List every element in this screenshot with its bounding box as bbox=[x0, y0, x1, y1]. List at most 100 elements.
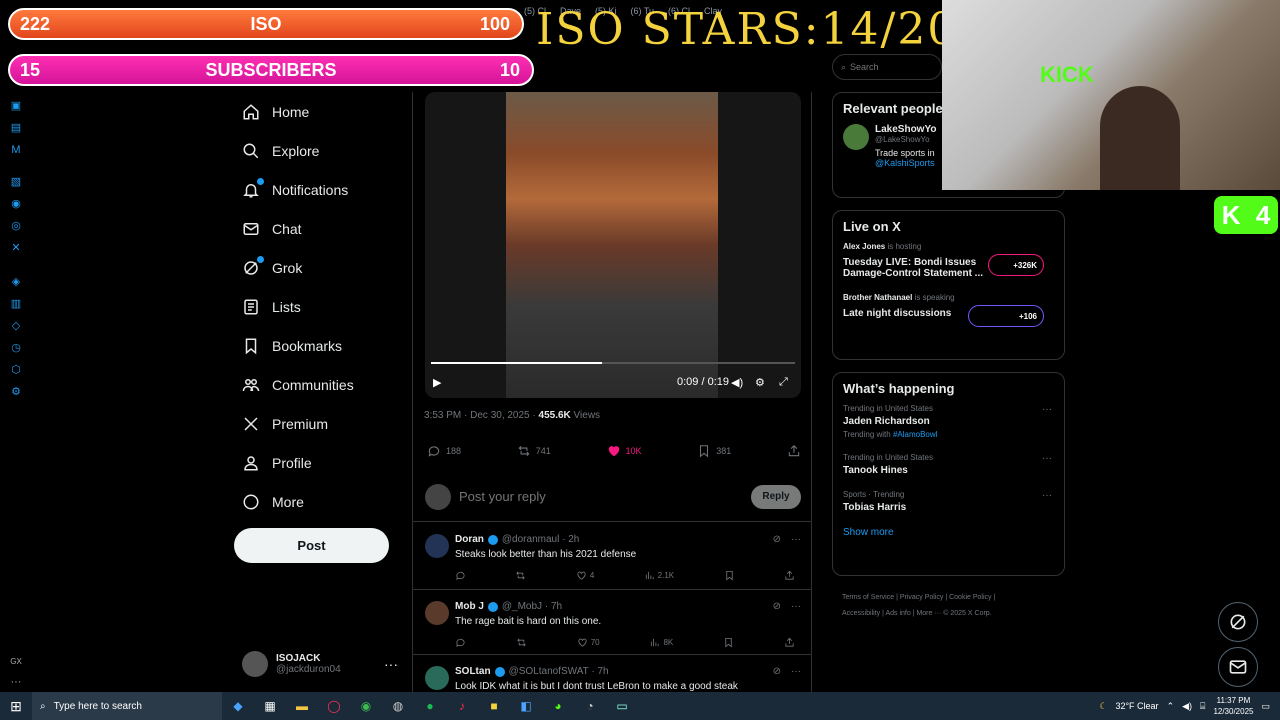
nav-grok[interactable]: Grok bbox=[234, 248, 410, 287]
extension-icon[interactable]: M bbox=[10, 144, 22, 156]
more-icon[interactable]: ··· bbox=[1042, 490, 1052, 501]
repost-button[interactable] bbox=[515, 570, 526, 581]
windows-start-button[interactable]: ⊞ bbox=[0, 692, 32, 720]
weather-text[interactable]: 32°F Clear bbox=[1115, 701, 1158, 711]
like-button[interactable]: 70 bbox=[577, 637, 600, 648]
notes-icon[interactable]: ■ bbox=[478, 692, 510, 720]
music-icon[interactable]: ♪ bbox=[446, 692, 478, 720]
repost-button[interactable]: 741 bbox=[517, 444, 551, 458]
live-item[interactable]: Brother Nathanael is speaking Late night… bbox=[843, 293, 1054, 327]
extension-icon[interactable]: ⬡ bbox=[10, 364, 22, 376]
avatar[interactable] bbox=[843, 124, 869, 150]
messenger-icon[interactable]: ◉ bbox=[10, 198, 22, 210]
nav-home[interactable]: Home bbox=[234, 92, 410, 131]
store-icon[interactable]: ▦ bbox=[254, 692, 286, 720]
video-progress-bar[interactable] bbox=[431, 362, 795, 364]
person-name[interactable]: LakeShowYo bbox=[875, 124, 937, 135]
reply-submit-button[interactable]: Reply bbox=[751, 484, 801, 509]
nav-more[interactable]: More bbox=[234, 482, 410, 521]
copilot-icon[interactable]: ◆ bbox=[222, 692, 254, 720]
live-item[interactable]: Alex Jones is hosting Tuesday LIVE: Bond… bbox=[843, 242, 1054, 279]
bookmark-button[interactable] bbox=[723, 637, 734, 648]
reply-button[interactable]: 188 bbox=[427, 444, 461, 458]
twitch-icon[interactable]: ▧ bbox=[10, 176, 22, 188]
whatsapp-icon[interactable]: ◎ bbox=[10, 220, 22, 232]
taskbar-search[interactable]: ⌕ Type here to search bbox=[32, 692, 222, 720]
nav-premium[interactable]: Premium bbox=[234, 404, 410, 443]
nav-communities[interactable]: Communities bbox=[234, 365, 410, 404]
nav-profile[interactable]: Profile bbox=[234, 443, 410, 482]
bookmark-button[interactable]: 381 bbox=[697, 444, 731, 458]
nav-bookmarks[interactable]: Bookmarks bbox=[234, 326, 410, 365]
extension-icon[interactable]: ◈ bbox=[10, 276, 22, 288]
more-icon[interactable]: ··· bbox=[791, 666, 801, 677]
extension-icon[interactable]: ▥ bbox=[10, 298, 22, 310]
share-button[interactable] bbox=[784, 637, 795, 648]
grok-icon[interactable]: ⊘ bbox=[773, 601, 781, 612]
volume-icon[interactable]: ◀) bbox=[1182, 701, 1192, 712]
more-icon[interactable]: ··· bbox=[1042, 404, 1052, 415]
reply-author[interactable]: SOLtan bbox=[455, 666, 491, 677]
fullscreen-icon[interactable]: ⤢ bbox=[779, 376, 788, 389]
person-bio-link[interactable]: @KalshiSports bbox=[875, 158, 937, 168]
reply-author[interactable]: Doran bbox=[455, 534, 484, 545]
volume-icon[interactable]: ◀) bbox=[731, 376, 743, 389]
more-icon[interactable]: ··· bbox=[791, 601, 801, 612]
nav-lists[interactable]: Lists bbox=[234, 287, 410, 326]
views-button[interactable]: 2.1K bbox=[644, 570, 674, 581]
bookmark-button[interactable] bbox=[724, 570, 735, 581]
trend-hashtag[interactable]: #AlamoBowl bbox=[893, 430, 937, 439]
clock[interactable]: 11:37 PM 12/30/2025 bbox=[1213, 695, 1253, 717]
like-button[interactable]: 10K bbox=[607, 444, 642, 458]
app-icon[interactable]: ◕ bbox=[542, 692, 574, 720]
terminal-icon[interactable]: ▭ bbox=[606, 692, 638, 720]
reply-item[interactable]: Doran @doranmaul · 2h Steaks look better … bbox=[413, 524, 811, 590]
nav-explore[interactable]: Explore bbox=[234, 131, 410, 170]
nav-chat[interactable]: Chat bbox=[234, 209, 410, 248]
gx-icon[interactable]: GX bbox=[10, 656, 22, 668]
footer-line[interactable]: Accessibility | Ads info | More ··· © 20… bbox=[842, 606, 1062, 622]
search-input[interactable] bbox=[850, 62, 931, 72]
network-icon[interactable]: ⌸ bbox=[1200, 701, 1205, 712]
grok-fab[interactable] bbox=[1218, 602, 1258, 642]
app-icon[interactable]: ◧ bbox=[510, 692, 542, 720]
trend-item[interactable]: Sports · Trending Tobias Harris ··· bbox=[843, 490, 1054, 513]
more-icon[interactable]: ··· bbox=[10, 676, 22, 688]
opera-gx-icon[interactable]: ◯ bbox=[318, 692, 350, 720]
reply-item[interactable]: SOLtan @SOLtanofSWAT · 7h Look IDK what i… bbox=[413, 656, 811, 692]
video-player[interactable]: ▶ 0:09 / 0:19 ◀) ⚙ ⤢ bbox=[425, 92, 801, 398]
app-icon[interactable]: ◔ bbox=[574, 692, 606, 720]
x-icon[interactable]: ✕ bbox=[10, 242, 22, 254]
extension-icon[interactable]: ◇ bbox=[10, 320, 22, 332]
obs-icon[interactable]: ◍ bbox=[382, 692, 414, 720]
more-icon[interactable]: ··· bbox=[791, 534, 801, 545]
extension-icon[interactable]: ▣ bbox=[10, 100, 22, 112]
spotify-icon[interactable]: ● bbox=[414, 692, 446, 720]
settings-icon[interactable]: ⚙ bbox=[10, 386, 22, 398]
reply-input[interactable] bbox=[459, 489, 751, 504]
trend-item[interactable]: Trending in United States Jaden Richards… bbox=[843, 404, 1054, 439]
nav-notifications[interactable]: Notifications bbox=[234, 170, 410, 209]
tray-chevron-icon[interactable]: ⌃ bbox=[1167, 701, 1175, 712]
repost-button[interactable] bbox=[516, 637, 527, 648]
notifications-icon[interactable]: ▭ bbox=[1261, 701, 1270, 712]
play-icon[interactable]: ▶ bbox=[433, 376, 441, 389]
views-button[interactable]: 8K bbox=[649, 637, 673, 648]
more-icon[interactable]: ··· bbox=[384, 656, 398, 672]
share-button[interactable] bbox=[787, 444, 801, 458]
post-button[interactable]: Post bbox=[234, 528, 389, 563]
search-bar[interactable]: ⌕ bbox=[832, 54, 942, 80]
messages-fab[interactable] bbox=[1218, 647, 1258, 687]
settings-icon[interactable]: ⚙ bbox=[755, 376, 765, 389]
trend-item[interactable]: Trending in United States Tanook Hines ·… bbox=[843, 453, 1054, 476]
chrome-icon[interactable]: ◉ bbox=[350, 692, 382, 720]
like-button[interactable]: 4 bbox=[576, 570, 594, 581]
reply-item[interactable]: Mob J @_MobJ · 7h The rage bait is hard o… bbox=[413, 591, 811, 655]
show-more-link[interactable]: Show more bbox=[843, 527, 1054, 538]
share-button[interactable] bbox=[784, 570, 795, 581]
reply-author[interactable]: Mob J bbox=[455, 601, 484, 612]
grok-icon[interactable]: ⊘ bbox=[773, 666, 781, 677]
extension-icon[interactable]: ▤ bbox=[10, 122, 22, 134]
reply-button[interactable] bbox=[455, 570, 466, 581]
account-switcher[interactable]: ISOJACK @jackduron04 ··· bbox=[242, 648, 402, 680]
